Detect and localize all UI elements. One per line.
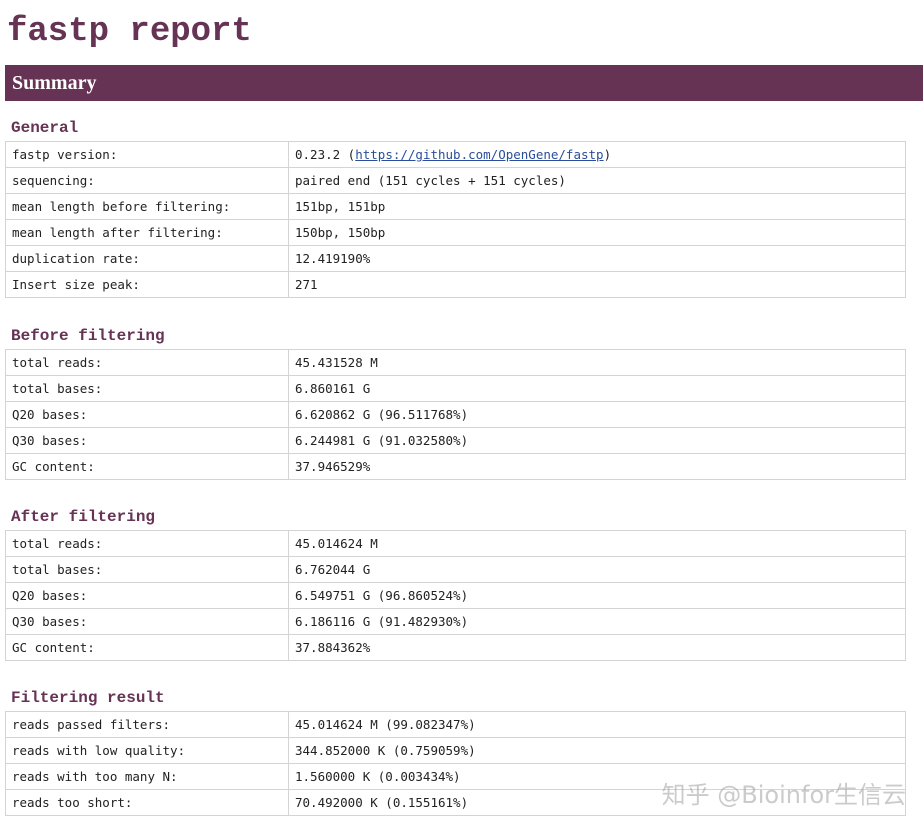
general-section: General fastp version: 0.23.2 (https://g… (5, 115, 906, 298)
table-row: reads passed filters: 45.014624 M (99.08… (5, 711, 906, 738)
row-key: total reads: (5, 349, 289, 376)
table-row: GC content: 37.946529% (5, 453, 906, 480)
row-value: 37.946529% (288, 453, 906, 480)
row-value: 344.852000 K (0.759059%) (288, 737, 906, 764)
row-key: reads with too many N: (5, 763, 289, 790)
before-filtering-section: Before filtering total reads: 45.431528 … (5, 323, 906, 480)
table-row: Q20 bases: 6.620862 G (96.511768%) (5, 401, 906, 428)
row-value: 271 (288, 271, 906, 298)
row-key: Q20 bases: (5, 582, 289, 609)
table-row: GC content: 37.884362% (5, 634, 906, 661)
row-key: total bases: (5, 375, 289, 402)
table-row: total bases: 6.762044 G (5, 556, 906, 583)
table-row: Q30 bases: 6.186116 G (91.482930%) (5, 608, 906, 635)
table-row: Insert size peak: 271 (5, 271, 906, 298)
row-key: Insert size peak: (5, 271, 289, 298)
row-value: 6.762044 G (288, 556, 906, 583)
row-value: 0.23.2 (https://github.com/OpenGene/fast… (288, 141, 906, 168)
filtering-result-table: reads passed filters: 45.014624 M (99.08… (5, 711, 906, 816)
row-value: 150bp, 150bp (288, 219, 906, 246)
row-key: Q30 bases: (5, 608, 289, 635)
version-suffix: ) (603, 147, 612, 162)
after-filtering-table: total reads: 45.014624 M total bases: 6.… (5, 530, 906, 661)
general-table: fastp version: 0.23.2 (https://github.co… (5, 141, 906, 298)
row-value: paired end (151 cycles + 151 cycles) (288, 167, 906, 194)
row-key: GC content: (5, 634, 289, 661)
table-row: total bases: 6.860161 G (5, 375, 906, 402)
table-row: reads too short: 70.492000 K (0.155161%) (5, 789, 906, 816)
table-row: sequencing: paired end (151 cycles + 151… (5, 167, 906, 194)
row-value: 45.014624 M (288, 530, 906, 557)
row-value: 70.492000 K (0.155161%) (288, 789, 906, 816)
row-value: 6.860161 G (288, 375, 906, 402)
row-value: 6.620862 G (96.511768%) (288, 401, 906, 428)
row-key: reads passed filters: (5, 711, 289, 738)
section-title-after-filtering: After filtering (11, 508, 156, 526)
table-row: total reads: 45.431528 M (5, 349, 906, 376)
table-row: Q20 bases: 6.549751 G (96.860524%) (5, 582, 906, 609)
row-key: sequencing: (5, 167, 289, 194)
row-key: mean length after filtering: (5, 219, 289, 246)
section-title-before-filtering: Before filtering (11, 327, 165, 345)
table-row: reads with too many N: 1.560000 K (0.003… (5, 763, 906, 790)
summary-header: Summary (5, 65, 923, 101)
version-text: 0.23.2 ( (295, 147, 356, 162)
row-key: mean length before filtering: (5, 193, 289, 220)
row-key: duplication rate: (5, 245, 289, 272)
section-title-filtering-result: Filtering result (11, 689, 165, 707)
fastp-repo-link[interactable]: https://github.com/OpenGene/fastp (355, 147, 603, 162)
filtering-result-section: Filtering result reads passed filters: 4… (5, 685, 906, 816)
row-value: 6.549751 G (96.860524%) (288, 582, 906, 609)
table-row: duplication rate: 12.419190% (5, 245, 906, 272)
row-key: fastp version: (5, 141, 289, 168)
row-value: 151bp, 151bp (288, 193, 906, 220)
row-value: 12.419190% (288, 245, 906, 272)
page-title: fastp report (7, 13, 252, 51)
table-row: total reads: 45.014624 M (5, 530, 906, 557)
row-key: total bases: (5, 556, 289, 583)
row-value: 1.560000 K (0.003434%) (288, 763, 906, 790)
row-value: 6.186116 G (91.482930%) (288, 608, 906, 635)
row-value: 45.431528 M (288, 349, 906, 376)
row-key: Q20 bases: (5, 401, 289, 428)
row-key: Q30 bases: (5, 427, 289, 454)
table-row: mean length before filtering: 151bp, 151… (5, 193, 906, 220)
row-key: reads with low quality: (5, 737, 289, 764)
row-value: 6.244981 G (91.032580%) (288, 427, 906, 454)
table-row: Q30 bases: 6.244981 G (91.032580%) (5, 427, 906, 454)
after-filtering-section: After filtering total reads: 45.014624 M… (5, 504, 906, 661)
row-value: 37.884362% (288, 634, 906, 661)
section-title-general: General (11, 119, 79, 137)
row-key: total reads: (5, 530, 289, 557)
before-filtering-table: total reads: 45.431528 M total bases: 6.… (5, 349, 906, 480)
row-value: 45.014624 M (99.082347%) (288, 711, 906, 738)
row-key: GC content: (5, 453, 289, 480)
table-row: mean length after filtering: 150bp, 150b… (5, 219, 906, 246)
table-row: fastp version: 0.23.2 (https://github.co… (5, 141, 906, 168)
table-row: reads with low quality: 344.852000 K (0.… (5, 737, 906, 764)
row-key: reads too short: (5, 789, 289, 816)
